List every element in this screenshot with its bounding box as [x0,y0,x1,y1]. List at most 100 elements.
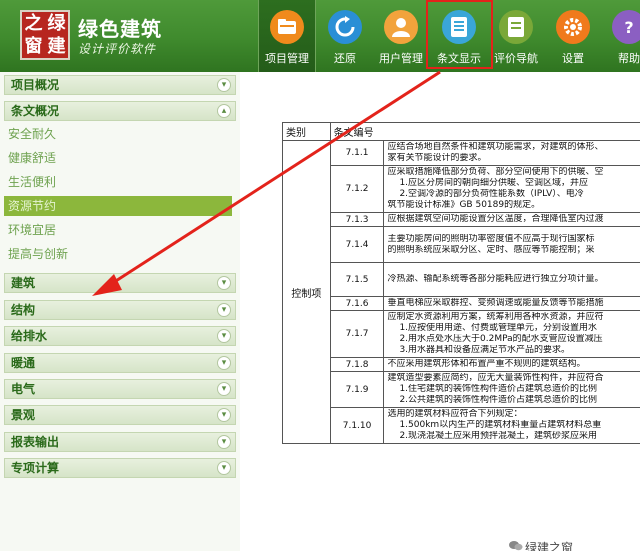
sidebar-item-label: 资源节约 [8,199,57,213]
clause-line: 应结合场地自然条件和建筑功能需求，对建筑的体形、 [387,142,604,152]
folder-icon [270,10,304,44]
app-logo: 之 绿 窗 建 [20,10,70,60]
sidebar-section-hvac[interactable]: 暖通 ▾ [4,353,236,373]
clause-text: 主要功能房间的照明功率密度值不应高于现行国家标 的照明系统应采取分区、定时、感应… [383,226,640,263]
section-label: 建筑 [11,276,36,290]
category-cell: 控制项 [282,140,331,444]
sidebar-item-label: 健康舒适 [8,151,57,165]
sidebar-item-innovation[interactable]: 提高与创新 [8,244,234,264]
logo-char: 之 [24,12,43,34]
table-row[interactable]: 7.1.10 选用的建筑材料应符合下列规定： 1.500km以内生产的建筑材料重… [283,407,640,444]
toolbar-project-button[interactable]: 项目管理 [258,0,316,72]
clause-line: 2.现浇混凝土应采用预拌混凝土，建筑砂浆应采用 [399,431,598,441]
clause-line: 冷热源、输配系统等各部分能耗应进行独立分项计量。 [387,274,604,284]
chevron-up-icon[interactable]: ▴ [217,104,231,118]
sidebar: 项目概况 ▾ 条文概况 ▴ 安全耐久 健康舒适 生活便利 资源节约 环境宜居 提… [0,72,240,551]
sidebar-section-structure[interactable]: 结构 ▾ [4,300,236,320]
toolbar-settings-button[interactable]: 设置 [544,0,602,72]
chevron-down-icon[interactable]: ▾ [217,435,231,449]
clause-number: 7.1.4 [329,226,385,263]
clause-panel: 类别 条文编号 控制项 7.1.1 应结合场地自然条件和建筑功能需求，对建筑的体… [240,72,640,551]
chevron-down-icon[interactable]: ▾ [217,276,231,290]
toolbar-label: 评价导航 [494,52,538,65]
table-row[interactable]: 7.1.6 垂直电梯应采取群控、变频调速或能量反馈等节能措施 [283,296,640,311]
clause-line: 1.住宅建筑的装饰性构件造价占建筑总造价的比例 [399,384,598,394]
table-row[interactable]: 7.1.2 应采取措施降低部分负荷、部分空间使用下的供暖、空 1.应区分房间的朝… [283,165,640,213]
clause-line: 选用的建筑材料应符合下列规定： [387,409,523,419]
wechat-icon [509,541,523,551]
clause-text: 冷热源、输配系统等各部分能耗应进行独立分项计量。 [383,262,640,297]
section-label: 条文概况 [11,104,60,118]
table-row[interactable]: 控制项 7.1.1 应结合场地自然条件和建筑功能需求，对建筑的体形、 家有关节能… [282,140,640,444]
toolbar-label: 还原 [334,52,356,65]
sidebar-item-label: 生活便利 [8,175,57,189]
clause-line: 建筑造型要素应简约，应无大量装饰性构件，并应符合 [387,373,604,383]
chevron-down-icon[interactable]: ▾ [217,461,231,475]
sidebar-item-label: 安全耐久 [8,127,57,141]
sidebar-item-convenience[interactable]: 生活便利 [8,172,234,192]
sidebar-section-plumbing[interactable]: 给排水 ▾ [4,326,236,346]
clause-text: 选用的建筑材料应符合下列规定： 1.500km以内生产的建筑材料重量占建筑材料总… [383,407,640,444]
sidebar-item-health[interactable]: 健康舒适 [8,148,234,168]
table-row[interactable]: 7.1.7 应制定水资源利用方案，统筹利用各种水资源，并应符 1.应按使用用途、… [283,310,640,358]
table-row[interactable]: 7.1.4 主要功能房间的照明功率密度值不应高于现行国家标 的照明系统应采取分区… [283,226,640,263]
clause-line: 的照明系统应采取分区、定时、感应等节能控制；采 [387,244,595,255]
sidebar-section-special-calc[interactable]: 专项计算 ▾ [4,458,236,478]
toolbar-eval-nav-button[interactable]: 评价导航 [487,0,545,72]
section-label: 暖通 [11,356,36,370]
chevron-down-icon[interactable]: ▾ [217,382,231,396]
clause-number: 7.1.2 [329,165,385,213]
clause-line: 筑节能设计标准》GB 50189的规定。 [387,200,541,210]
clause-number: 7.1.5 [329,262,385,297]
sidebar-item-resource-saving[interactable]: 资源节约 [4,196,232,216]
clause-line: 1.500km以内生产的建筑材料重量占建筑材料总重 [399,420,602,430]
book-icon [499,10,533,44]
chevron-down-icon[interactable]: ▾ [217,408,231,422]
table-row[interactable]: 7.1.3 应根据建筑空间功能设置分区温度，合理降低室内过渡 [283,212,640,227]
refresh-icon [328,10,362,44]
sidebar-section-electrical[interactable]: 电气 ▾ [4,379,236,399]
clause-line: 1.应按使用用途、付费或管理单元，分别设置用水 [399,323,598,333]
chevron-down-icon[interactable]: ▾ [217,329,231,343]
user-icon [384,10,418,44]
clause-line: 垂直电梯应采取群控、变频调速或能量反馈等节能措施 [387,298,604,308]
sidebar-section-clause-overview[interactable]: 条文概况 ▴ [4,101,236,121]
sidebar-item-safety[interactable]: 安全耐久 [8,124,234,144]
clause-text: 建筑造型要素应简约，应无大量装饰性构件，并应符合 1.住宅建筑的装饰性构件造价占… [383,371,640,408]
section-label: 电气 [11,382,36,396]
app-subtitle: 设计评价软件 [78,42,157,56]
sidebar-section-landscape[interactable]: 景观 ▾ [4,405,236,425]
clause-text: 应结合场地自然条件和建筑功能需求，对建筑的体形、 家有关节能设计的要求。 [383,140,640,166]
toolbar-user-button[interactable]: 用户管理 [372,0,430,72]
table-row[interactable]: 7.1.9 建筑造型要素应简约，应无大量装饰性构件，并应符合 1.住宅建筑的装饰… [283,371,640,408]
logo-char: 窗 [24,35,43,57]
chevron-down-icon[interactable]: ▾ [217,356,231,370]
chevron-down-icon[interactable]: ▾ [217,303,231,317]
sidebar-section-report-output[interactable]: 报表输出 ▾ [4,432,236,452]
toolbar-label: 帮助 [618,52,640,65]
sidebar-section-project-overview[interactable]: 项目概况 ▾ [4,75,236,95]
toolbar-restore-button[interactable]: 还原 [316,0,374,72]
clause-line: 1.应区分房间的朝向细分供暖、空调区域，并应 [399,178,589,188]
clause-table: 类别 条文编号 控制项 7.1.1 应结合场地自然条件和建筑功能需求，对建筑的体… [282,122,640,444]
clause-line: 家有关节能设计的要求。 [387,153,487,163]
section-label: 项目概况 [11,78,60,92]
sidebar-item-environment[interactable]: 环境宜居 [8,220,234,240]
clause-line: 2.公共建筑的装饰性构件造价占建筑总造价的比例 [399,395,598,405]
sidebar-section-architecture[interactable]: 建筑 ▾ [4,273,236,293]
chevron-down-icon[interactable]: ▾ [217,78,231,92]
clause-line: 应采取措施降低部分负荷、部分空间使用下的供暖、空 [387,167,604,177]
svg-text:?: ? [624,18,633,37]
column-header: 条文编号 [329,122,640,141]
logo-char: 建 [47,35,66,57]
clause-text: 垂直电梯应采取群控、变频调速或能量反馈等节能措施 [383,296,640,311]
toolbar-help-button[interactable]: ? 帮助 [600,0,640,72]
clause-text: 应制定水资源利用方案，统筹利用各种水资源，并应符 1.应按使用用途、付费或管理单… [383,310,640,358]
clause-line: 不应采用建筑形体和布置严重不规则的建筑结构。 [387,359,586,369]
table-header-row: 类别 条文编号 [282,122,640,141]
table-row[interactable]: 7.1.8 不应采用建筑形体和布置严重不规则的建筑结构。 [283,357,640,372]
clause-number: 7.1.7 [329,310,385,358]
clause-number: 7.1.3 [329,212,385,227]
sidebar-item-label: 提高与创新 [8,247,69,261]
table-row[interactable]: 7.1.5 冷热源、输配系统等各部分能耗应进行独立分项计量。 [283,262,640,297]
